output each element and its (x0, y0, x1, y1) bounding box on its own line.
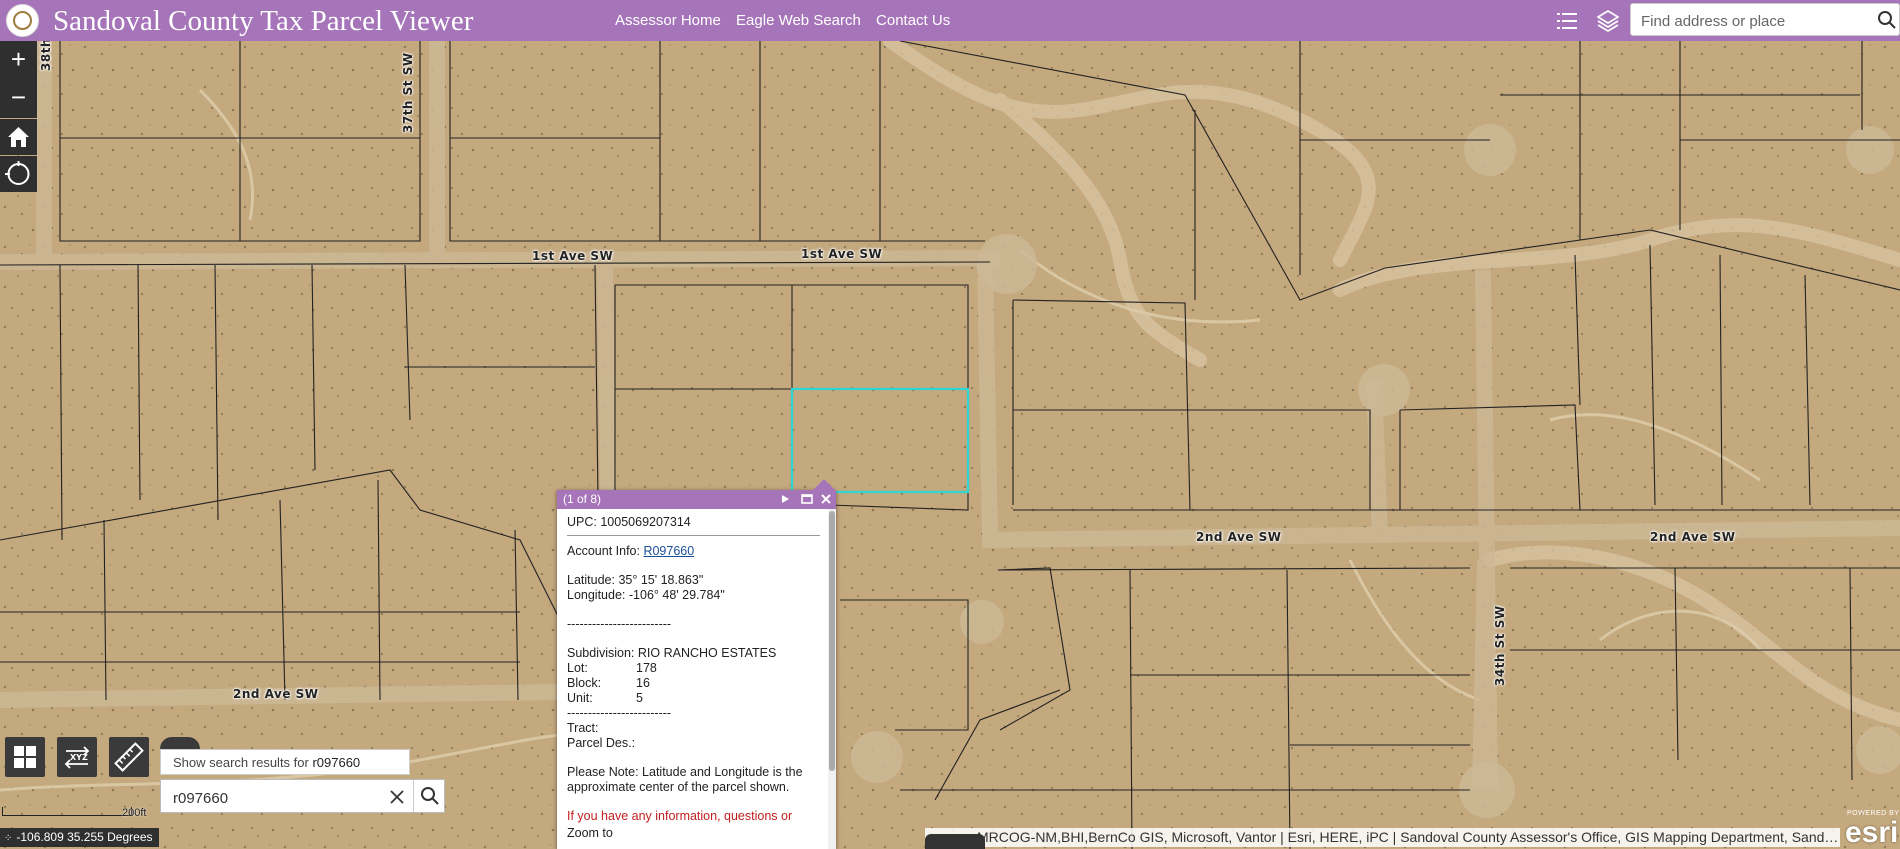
popup-body: UPC: 1005069207314 Account Info: R097660… (557, 509, 836, 841)
search-icon[interactable] (1877, 10, 1897, 30)
popup-counter: (1 of 8) (563, 492, 602, 506)
unit-label: Unit: (567, 691, 593, 705)
coordinate-conversion-icon: XYZ (64, 746, 90, 769)
suggestion-prefix: Show search results for (173, 755, 313, 770)
search-widget-toggle[interactable] (160, 737, 200, 749)
latitude-row: Latitude: 35° 15' 18.863" (567, 573, 826, 588)
contact-note: If you have any information, questions o… (567, 809, 793, 823)
search-suggestion[interactable]: Show search results for r097660 (160, 749, 410, 775)
app-title: Sandoval County Tax Parcel Viewer (53, 5, 474, 37)
zoom-out-button[interactable]: − (0, 79, 37, 117)
zoom-controls: + − (0, 41, 37, 118)
block-value: 16 (636, 676, 650, 690)
parcel-search-box[interactable] (160, 779, 445, 813)
longitude-label: Longitude: (567, 588, 626, 602)
nav-contact-us[interactable]: Contact Us (876, 12, 950, 29)
esri-wordmark: esri (1845, 816, 1899, 849)
parcel-des-row: Parcel Des.: (567, 736, 826, 751)
upc-row: UPC: 1005069207314 (567, 515, 820, 536)
latitude-value: 35° 15' 18.863" (618, 573, 704, 587)
coordinate-conversion-button[interactable]: XYZ (57, 737, 97, 777)
lot-value: 178 (636, 661, 657, 675)
lot-row: Lot: 178 (567, 661, 826, 676)
unit-value: 5 (636, 691, 643, 705)
address-search-box[interactable] (1630, 3, 1900, 36)
parcel-search-input[interactable] (171, 787, 375, 809)
parcel-popup: (1 of 8) UPC: 1005069207314 Account Info… (557, 490, 836, 849)
scale-label: 200ft (122, 807, 147, 819)
county-seal-logo (6, 4, 39, 37)
close-icon[interactable] (819, 492, 833, 506)
header-nav: Assessor Home Eagle Web Search Contact U… (615, 12, 961, 29)
account-row: Account Info: R097660 (567, 544, 826, 559)
basemap-gallery-button[interactable] (5, 737, 45, 777)
measure-icon (114, 742, 144, 772)
layer-list-icon[interactable] (1554, 8, 1580, 34)
maximize-icon[interactable] (800, 492, 814, 506)
tract-row: Tract: (567, 721, 826, 736)
lot-label: Lot: (567, 661, 588, 675)
road-label-2nd-ave-sw-west: 2nd Ave SW (233, 687, 319, 701)
longitude-value: -106° 48' 29.784" (628, 588, 725, 602)
esri-logo: POWERED BY esri (1845, 810, 1900, 849)
longitude-row: Longitude: -106° 48' 29.784" (567, 588, 826, 603)
coordinate-readout: ⁘ -106.809 35.255 Degrees (0, 828, 159, 847)
road-label-1st-ave-sw-east: 1st Ave SW (801, 247, 883, 261)
subdivision-label: Subdivision: (567, 646, 635, 660)
locate-icon (5, 161, 30, 185)
block-row: Block: 16 (567, 676, 826, 691)
scale-bar (2, 807, 132, 816)
coordinate-pin-icon: ⁘ (4, 833, 13, 844)
nav-assessor-home[interactable]: Assessor Home (615, 12, 721, 29)
home-icon (8, 127, 29, 147)
app-header: Sandoval County Tax Parcel Viewer Assess… (0, 0, 1900, 41)
home-button[interactable] (0, 119, 37, 155)
popup-pointer (813, 479, 835, 490)
aerial-basemap (0, 41, 1900, 849)
coordinate-text: -106.809 35.255 Degrees (16, 830, 153, 844)
basemap-gallery-icon (14, 746, 36, 768)
road-label-38th: 38th (39, 41, 53, 71)
clear-icon[interactable] (387, 787, 407, 807)
zoom-in-button[interactable]: + (0, 41, 37, 79)
subdivision-row: Subdivision: RIO RANCHO ESTATES (567, 646, 826, 661)
road-label-2nd-ave-sw-east: 2nd Ave SW (1650, 530, 1736, 544)
popup-header: (1 of 8) (557, 490, 836, 509)
subdivision-value: RIO RANCHO ESTATES (637, 646, 777, 660)
location-note: Please Note: Latitude and Longitude is t… (567, 765, 803, 794)
upc-label: UPC: (567, 515, 597, 529)
map-attribution: MRCOG-NM,BHI,BernCo GIS, Microsoft, Vant… (925, 828, 1840, 847)
zoom-to-link[interactable]: Zoom to (567, 826, 826, 841)
latitude-label: Latitude: (567, 573, 615, 587)
address-search-input[interactable] (1639, 10, 1863, 32)
svg-text:XYZ: XYZ (70, 753, 88, 762)
road-label-2nd-ave-sw: 2nd Ave SW (1196, 530, 1282, 544)
road-label-1st-ave-sw: 1st Ave SW (532, 249, 614, 263)
account-link[interactable]: R097660 (643, 544, 694, 558)
unit-row: Unit: 5 (567, 691, 826, 706)
block-label: Block: (567, 676, 602, 690)
map-view[interactable]: 1st Ave SW 1st Ave SW 2nd Ave SW 2nd Ave… (0, 41, 1900, 849)
locate-button[interactable] (0, 156, 37, 192)
popup-scrollbar[interactable] (828, 509, 836, 849)
layers-icon[interactable] (1595, 8, 1621, 34)
divider: ------------------------- (567, 617, 672, 631)
search-icon[interactable] (413, 780, 446, 812)
road-label-34th-st-sw: 34th St SW (1493, 605, 1507, 686)
tract-label: Tract: (567, 721, 599, 735)
measure-button[interactable] (109, 737, 149, 777)
suggestion-term: r097660 (312, 755, 361, 770)
divider-2: ------------------------- (567, 706, 672, 720)
nav-eagle-web-search[interactable]: Eagle Web Search (736, 12, 861, 29)
next-feature-icon[interactable] (778, 492, 792, 506)
parcel-des-label: Parcel Des.: (567, 736, 636, 750)
road-label-37th-st-sw: 37th St SW (401, 52, 415, 133)
account-label: Account Info: (567, 544, 640, 558)
upc-value: 1005069207314 (600, 515, 691, 529)
attribution-toggle[interactable] (925, 834, 985, 849)
